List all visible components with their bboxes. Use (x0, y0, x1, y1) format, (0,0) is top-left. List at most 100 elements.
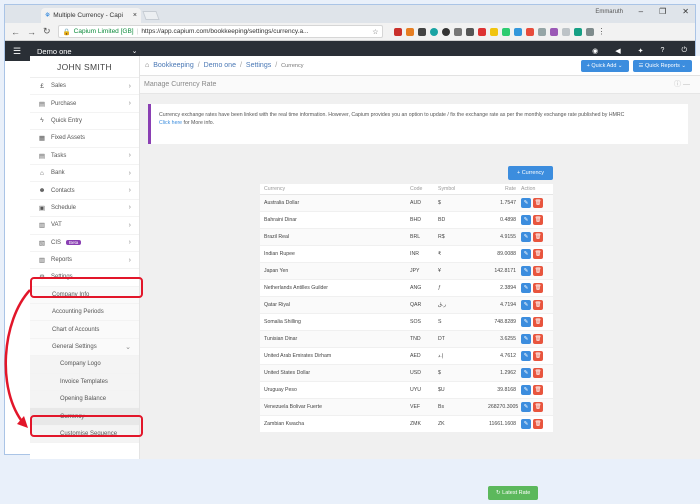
header-symbol[interactable]: Symbol (438, 186, 488, 192)
support-icon[interactable]: ◉ (592, 47, 598, 55)
info-icon[interactable]: ⓘ (674, 81, 681, 88)
delete-icon[interactable]: 🗑 (533, 283, 543, 293)
extension-icon[interactable] (585, 27, 594, 36)
sidebar-item-accounting-periods[interactable]: Accounting Periods (30, 304, 139, 322)
home-icon[interactable]: ⌂ (145, 62, 149, 69)
minimize-icon[interactable]: – (639, 7, 643, 16)
delete-icon[interactable]: 🗑 (533, 334, 543, 344)
extension-icon[interactable] (465, 27, 474, 36)
close-window-icon[interactable]: ✕ (682, 7, 689, 16)
profile-name[interactable]: Emmaruth (595, 9, 623, 15)
quick-add-button[interactable]: + Quick Add ⌄ (580, 60, 629, 72)
extension-icon[interactable] (393, 27, 402, 36)
extension-icon[interactable] (513, 27, 522, 36)
help-icon[interactable]: ? (661, 47, 665, 55)
extension-icon[interactable] (537, 27, 546, 36)
sidebar-item-reports[interactable]: ▥ Reports › (30, 252, 139, 270)
sidebar-item-schedule[interactable]: ▣ Schedule › (30, 200, 139, 218)
delete-icon[interactable]: 🗑 (533, 419, 543, 429)
sidebar-item-quick-entry[interactable]: ϟ Quick Entry (30, 113, 139, 131)
browser-tab[interactable]: ⛯ Multiple Currency - Capi × (41, 8, 141, 23)
delete-icon[interactable]: 🗑 (533, 198, 543, 208)
extension-icon[interactable] (477, 27, 486, 36)
menu-kebab-icon[interactable]: ⋮ (598, 27, 606, 36)
delete-icon[interactable]: 🗑 (533, 402, 543, 412)
sidebar-item-general-settings[interactable]: General Settings ⌄ (30, 338, 139, 357)
tools-icon[interactable]: ✦ (638, 47, 644, 55)
power-icon[interactable]: ⏻ (681, 47, 687, 55)
sidebar-item-bank[interactable]: ⌂ Bank › (30, 165, 139, 183)
latest-rate-button[interactable]: ↻ Latest Rate (488, 486, 539, 500)
sidebar-item-company-logo[interactable]: Company Logo (30, 356, 139, 374)
url-field[interactable]: 🔒 Capium Limited [GB] | https://app.capi… (57, 25, 383, 38)
sidebar-item-fixed-assets[interactable]: ▦ Fixed Assets (30, 130, 139, 148)
delete-icon[interactable]: 🗑 (533, 300, 543, 310)
edit-icon[interactable]: ✎ (521, 300, 531, 310)
sidebar-item-sales[interactable]: £ Sales › (30, 78, 139, 96)
edit-icon[interactable]: ✎ (521, 334, 531, 344)
delete-icon[interactable]: 🗑 (533, 249, 543, 259)
extension-icon[interactable] (429, 27, 438, 36)
company-name[interactable]: Demo one (37, 47, 72, 56)
extension-icon[interactable] (549, 27, 558, 36)
edit-icon[interactable]: ✎ (521, 317, 531, 327)
edit-icon[interactable]: ✎ (521, 368, 531, 378)
add-currency-button[interactable]: + Currency (507, 166, 553, 180)
edit-icon[interactable]: ✎ (521, 283, 531, 293)
extension-icon[interactable] (573, 27, 582, 36)
extension-icon[interactable] (453, 27, 462, 36)
delete-icon[interactable]: 🗑 (533, 317, 543, 327)
edit-icon[interactable]: ✎ (521, 232, 531, 242)
company-dropdown-chevron-icon[interactable]: ⌄ (132, 47, 138, 55)
edit-icon[interactable]: ✎ (521, 385, 531, 395)
currency-symbol: إ.د (438, 353, 444, 359)
delete-icon[interactable]: 🗑 (533, 368, 543, 378)
reload-icon[interactable]: ↻ (43, 26, 51, 37)
sidebar-item-chart-of-accounts[interactable]: Chart of Accounts (30, 321, 139, 339)
sidebar-item-purchase[interactable]: ▤ Purchase › (30, 95, 139, 113)
breadcrumb-bookkeeping[interactable]: Bookkeeping (153, 62, 193, 69)
forward-icon[interactable]: → (27, 27, 36, 37)
new-tab-button[interactable] (142, 11, 160, 20)
extension-icon[interactable] (405, 27, 414, 36)
sidebar-item-cis[interactable]: ▧ CIS Beta › (30, 235, 139, 252)
breadcrumb-company[interactable]: Demo one (204, 62, 236, 69)
bookmark-star-icon[interactable]: ☆ (372, 28, 378, 36)
delete-icon[interactable]: 🗑 (533, 215, 543, 225)
delete-icon[interactable]: 🗑 (533, 351, 543, 361)
edit-icon[interactable]: ✎ (521, 215, 531, 225)
edit-icon[interactable]: ✎ (521, 351, 531, 361)
edit-icon[interactable]: ✎ (521, 266, 531, 276)
extension-icon[interactable] (501, 27, 510, 36)
delete-icon[interactable]: 🗑 (533, 266, 543, 276)
header-rate[interactable]: Rate (488, 186, 518, 192)
extension-icon[interactable] (561, 27, 570, 36)
collapse-icon[interactable]: — (683, 81, 690, 88)
edit-icon[interactable]: ✎ (521, 198, 531, 208)
edit-icon[interactable]: ✎ (521, 402, 531, 412)
maximize-icon[interactable]: ❐ (659, 7, 666, 16)
announcement-icon[interactable]: ◀ (615, 47, 620, 55)
sidebar-item-tasks[interactable]: ▤ Tasks › (30, 148, 139, 165)
delete-icon[interactable]: 🗑 (533, 232, 543, 242)
sidebar-item-opening-balance[interactable]: Opening Balance (30, 391, 139, 409)
currency-name: Zambian Kwacha (264, 421, 305, 427)
sidebar-item-invoice-templates[interactable]: Invoice Templates (30, 373, 139, 392)
header-currency[interactable]: Currency (260, 186, 410, 192)
edit-icon[interactable]: ✎ (521, 249, 531, 259)
extension-icon[interactable] (525, 27, 534, 36)
header-code[interactable]: Code (410, 186, 438, 192)
extension-icon[interactable] (441, 27, 450, 36)
extension-icon[interactable] (489, 27, 498, 36)
back-icon[interactable]: ← (11, 27, 20, 37)
hamburger-menu-icon[interactable]: ☰ (5, 46, 29, 57)
sidebar-item-contacts[interactable]: ☻ Contacts › (30, 182, 139, 200)
breadcrumb-settings[interactable]: Settings (246, 62, 271, 69)
extension-icon[interactable] (417, 27, 426, 36)
notice-click-here-link[interactable]: Click here (159, 120, 182, 126)
edit-icon[interactable]: ✎ (521, 419, 531, 429)
delete-icon[interactable]: 🗑 (533, 385, 543, 395)
close-tab-icon[interactable]: × (133, 12, 137, 19)
sidebar-item-vat[interactable]: ▥ VAT › (30, 217, 139, 235)
quick-reports-button[interactable]: ☰ Quick Reports ⌄ (632, 60, 692, 72)
